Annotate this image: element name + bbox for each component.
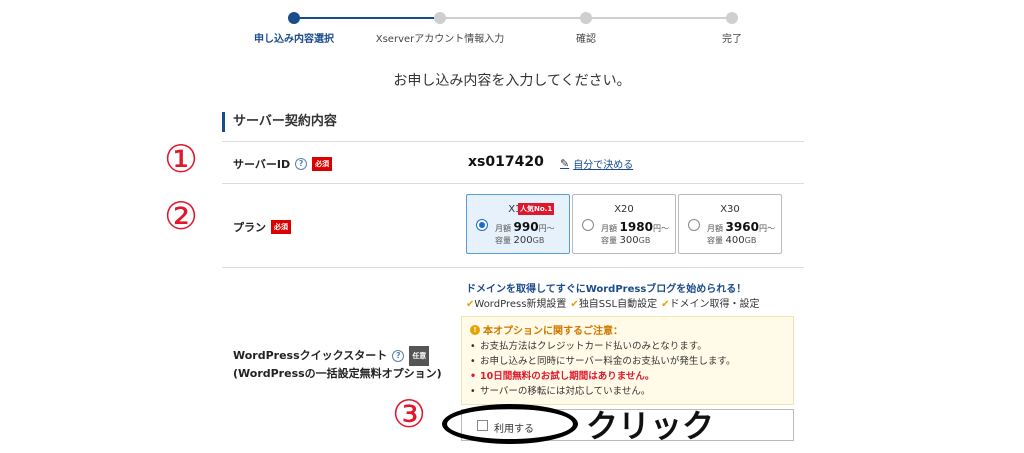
plan-name: X30 (720, 204, 740, 215)
notice-item: 10日間無料のお試し期間はありません。 (470, 369, 785, 384)
help-icon[interactable]: ? (295, 158, 308, 170)
step-connector (586, 17, 732, 19)
plan-label-group: プラン 必須 (233, 219, 291, 235)
wp-headline: ドメインを取得してすぐにWordPressブログを始められる！ (466, 284, 747, 295)
plan-option-x30[interactable]: X30 月額 3960円〜 容量 400GB (678, 194, 782, 254)
step-dot-2 (434, 12, 446, 24)
feature-item: ✔ドメイン取得・設定 (661, 299, 760, 310)
plan-option-x10[interactable]: X10 人気No.1 月額 990円〜 容量 200GB (466, 194, 570, 254)
plan-storage: 容量 300GB (601, 235, 651, 246)
popular-badge: 人気No.1 (518, 203, 555, 215)
plan-price: 月額 1980円〜 (601, 220, 669, 234)
decide-yourself-label: 自分で決める (573, 160, 634, 171)
plan-name: X20 (614, 204, 634, 215)
step-label-4: 完了 (722, 34, 742, 45)
feature-item: ✔独自SSL自動設定 (570, 299, 658, 310)
plan-radio[interactable] (688, 219, 700, 231)
plan-price: 月額 990円〜 (495, 220, 555, 234)
intro-text: お申し込み内容を入力してください。 (393, 73, 631, 89)
step-dot-1 (288, 12, 300, 24)
warning-icon: ! (470, 324, 480, 335)
wp-feature-list: ✔WordPress新規設置 ✔独自SSL自動設定 ✔ドメイン取得・設定 (466, 295, 759, 310)
annotation-2: ② (164, 194, 199, 238)
option-notice-box: ! 本オプションに関するご注意： お支払方法はクレジットカード払いのみとなります… (461, 316, 794, 405)
optional-badge: 任意 (409, 346, 430, 366)
required-badge: 必須 (271, 220, 291, 234)
server-id-label: サーバーID (233, 158, 291, 171)
notice-title: ! 本オプションに関するご注意： (470, 322, 785, 337)
notice-item: お支払方法はクレジットカード払いのみとなります。 (470, 339, 785, 354)
annotation-3: ③ (392, 392, 427, 436)
step-connector (440, 17, 586, 19)
decide-yourself-link[interactable]: ✎ 自分で決める (560, 156, 633, 171)
pencil-icon: ✎ (560, 157, 570, 170)
annotation-1: ① (164, 137, 199, 181)
wp-quickstart-label: WordPressクイックスタート (233, 349, 388, 362)
feature-item: ✔WordPress新規設置 (466, 299, 567, 310)
wp-quickstart-sublabel: (WordPressの一括設定無料オプション) (233, 367, 442, 380)
plan-radio[interactable] (582, 219, 594, 231)
step-connector (294, 17, 440, 19)
server-id-label-group: サーバーID ? 必須 (233, 156, 333, 172)
divider (222, 183, 804, 184)
section-title: サーバー契約内容 (222, 112, 337, 132)
divider (222, 141, 804, 142)
plan-radio[interactable] (476, 219, 488, 231)
help-icon[interactable]: ? (392, 350, 405, 362)
server-id-value: xs017420 (468, 154, 544, 170)
plan-label: プラン (233, 221, 266, 234)
step-label-3: 確認 (576, 34, 596, 45)
plan-storage: 容量 400GB (707, 235, 757, 246)
required-badge: 必須 (312, 157, 333, 171)
wp-quickstart-label-group: WordPressクイックスタート ? 任意 (WordPressの一括設定無料… (233, 346, 442, 382)
highlight-ellipse (442, 404, 578, 444)
step-dot-3 (580, 12, 592, 24)
step-label-2: Xserverアカウント情報入力 (375, 34, 505, 45)
step-label-1: 申し込み内容選択 (254, 34, 334, 45)
click-annotation: クリック (586, 407, 715, 445)
check-icon: ✔ (570, 299, 579, 310)
step-dot-4 (726, 12, 738, 24)
notice-item: お申し込みと同時にサーバー料金のお支払いが発生します。 (470, 354, 785, 369)
notice-list: お支払方法はクレジットカード払いのみとなります。 お申し込みと同時にサーバー料金… (470, 339, 785, 399)
progress-stepper: 申し込み内容選択 Xserverアカウント情報入力 確認 完了 (254, 12, 748, 46)
plan-price: 月額 3960円〜 (707, 220, 775, 234)
divider (222, 267, 804, 268)
plan-option-x20[interactable]: X20 月額 1980円〜 容量 300GB (572, 194, 676, 254)
plan-storage: 容量 200GB (495, 235, 545, 246)
notice-item: サーバーの移転には対応していません。 (470, 384, 785, 399)
